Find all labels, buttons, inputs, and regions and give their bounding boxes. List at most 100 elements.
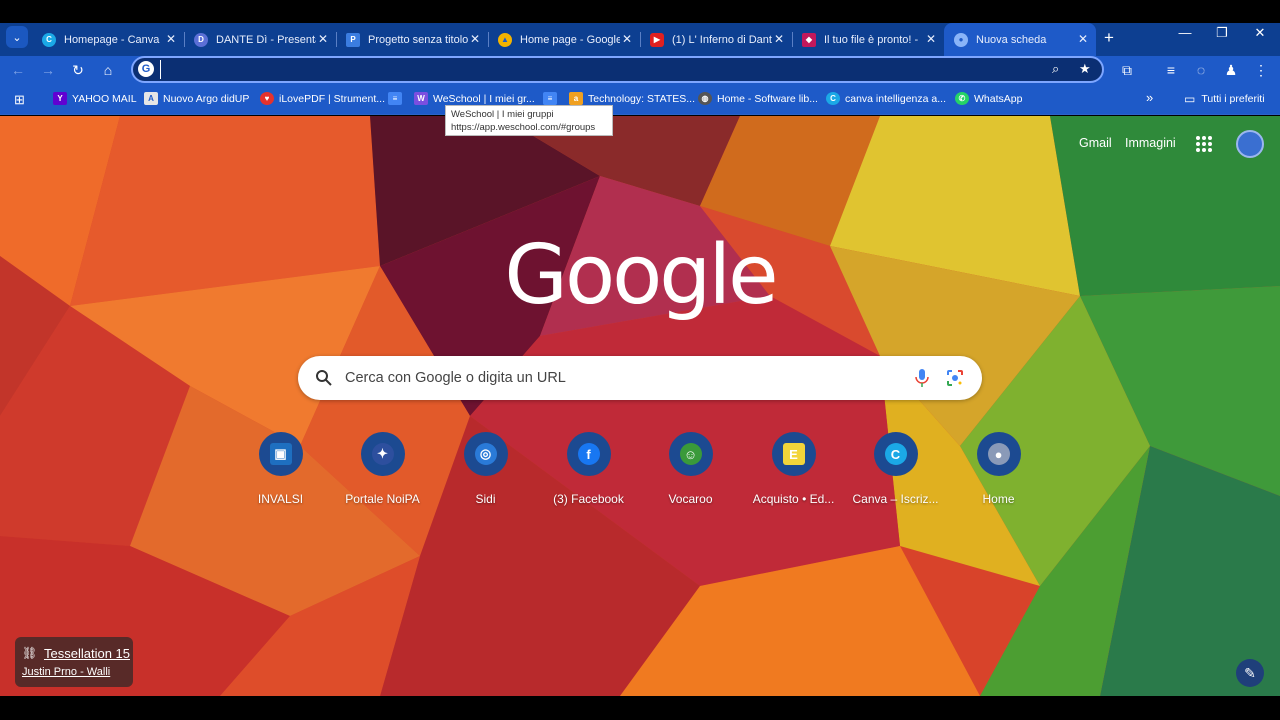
forward-button[interactable]: → xyxy=(37,59,59,81)
bookmark-label: canva intelligenza a... xyxy=(845,92,946,105)
bookmark-software[interactable]: ◍ Home - Software lib... xyxy=(698,92,818,105)
bookmark-doc-1[interactable]: ≡ xyxy=(388,92,407,105)
tab-4[interactable]: ▶ (1) L' Inferno di Dante ✕ xyxy=(640,23,792,56)
new-tab-button[interactable]: + xyxy=(1101,28,1117,48)
document-icon: ≡ xyxy=(543,92,557,105)
shortcut-icon-container: ▣ xyxy=(258,432,303,476)
shortcut-label: Acquisto • Ed... xyxy=(752,492,835,506)
home-button[interactable]: ⌂ xyxy=(97,59,119,81)
facebook-icon: f xyxy=(577,443,600,465)
tab-3[interactable]: ▲ Home page - Google ✕ xyxy=(488,23,640,56)
ebook-icon: E xyxy=(782,443,805,465)
bookmark-doc-2[interactable]: ≡ xyxy=(543,92,562,105)
restore-button[interactable]: ❐ xyxy=(1212,25,1232,41)
background-attribution[interactable]: ⛓ Tessellation 15 Justin Prno - Walli xyxy=(15,637,133,687)
bookmark-weschool[interactable]: W WeSchool | I miei gr... xyxy=(414,92,535,105)
tab-6-active[interactable]: ● Nuova scheda ✕ xyxy=(944,23,1096,56)
profile-button[interactable]: ♟ xyxy=(1220,59,1242,81)
tab-title: DANTE Dì - Presenta xyxy=(216,33,316,46)
back-button[interactable]: ← xyxy=(7,59,29,81)
kebab-menu-icon: ⋮ xyxy=(1254,62,1268,78)
google-icon: G xyxy=(138,61,154,77)
close-window-button[interactable]: ✕ xyxy=(1250,25,1270,41)
shortcut-noipa[interactable]: ✦ Portale NoiPA xyxy=(331,432,434,506)
loading-icon: ◌ xyxy=(1196,62,1206,78)
amazon-icon: a xyxy=(569,92,583,105)
close-icon[interactable]: ✕ xyxy=(166,32,176,46)
bookmark-canva-ai[interactable]: C canva intelligenza a... xyxy=(826,92,946,105)
apps-grid-button[interactable]: ⊞ xyxy=(14,92,25,108)
plus-icon: + xyxy=(1104,28,1114,47)
shortcut-home[interactable]: ● Home xyxy=(947,432,1050,506)
attribution-author[interactable]: Justin Prno - Walli xyxy=(22,666,110,678)
attribution-title[interactable]: Tessellation 15 xyxy=(44,646,130,661)
search-icon xyxy=(316,370,332,386)
tab-0[interactable]: C Homepage - Canva ✕ xyxy=(32,23,184,56)
bookmark-label: iLovePDF | Strument... xyxy=(279,92,386,105)
google-apps-icon[interactable] xyxy=(1196,136,1214,154)
bookmarks-bar: ⊞ Y YAHOO MAIL A Nuovo Argo didUP ♥ iLov… xyxy=(0,85,1280,115)
close-icon[interactable]: ✕ xyxy=(926,32,936,46)
tab-2[interactable]: P Progetto senza titolo ✕ xyxy=(336,23,488,56)
close-icon[interactable]: ✕ xyxy=(318,32,328,46)
tab-5[interactable]: ◆ Il tuo file è pronto! - ✕ xyxy=(792,23,944,56)
search-input[interactable] xyxy=(345,366,885,390)
close-icon[interactable]: ✕ xyxy=(774,32,784,46)
bookmark-label: Technology: STATES... xyxy=(588,92,695,105)
bookmark-technology[interactable]: a Technology: STATES... xyxy=(569,92,695,105)
zoom-icon[interactable]: ⌕ xyxy=(1052,61,1059,77)
star-icon[interactable]: ★ xyxy=(1079,61,1091,77)
sync-button[interactable]: ◌ xyxy=(1190,59,1212,81)
bookmark-whatsapp[interactable]: ✆ WhatsApp xyxy=(955,92,1022,105)
minimize-button[interactable]: — xyxy=(1175,25,1195,40)
microphone-icon[interactable] xyxy=(914,368,930,388)
reload-icon: ↻ xyxy=(72,62,84,78)
tab-search-button[interactable]: ⌄ xyxy=(6,26,28,48)
address-input[interactable] xyxy=(160,60,1030,79)
shortcut-label: (3) Facebook xyxy=(553,492,624,506)
shortcut-acquisto[interactable]: E Acquisto • Ed... xyxy=(742,432,845,506)
all-bookmarks-button[interactable]: ▭ Tutti i preferiti xyxy=(1184,92,1265,106)
shortcut-label: Vocaroo xyxy=(668,492,713,506)
close-icon[interactable]: ✕ xyxy=(1078,32,1088,46)
shortcut-invalsi[interactable]: ▣ INVALSI xyxy=(229,432,332,506)
media-button[interactable]: ≡ xyxy=(1160,59,1182,81)
folder-icon: ▭ xyxy=(1184,92,1196,106)
gmail-link[interactable]: Gmail xyxy=(1079,136,1112,150)
tab-title: Progetto senza titolo xyxy=(368,33,468,46)
bookmark-yahoo-mail[interactable]: Y YAHOO MAIL xyxy=(53,92,137,105)
google-lens-icon[interactable] xyxy=(946,369,964,387)
shortcut-label: Home xyxy=(982,492,1015,506)
shield-icon: D xyxy=(194,32,208,47)
tooltip-url: https://app.weschool.com/#groups xyxy=(451,122,596,133)
bookmarks-overflow-button[interactable]: » xyxy=(1146,90,1153,105)
extensions-button[interactable]: ⧉ xyxy=(1116,59,1138,81)
tab-title: Nuova scheda xyxy=(976,33,1047,46)
shortcut-label: Sidi xyxy=(475,492,496,506)
link-icon: ⛓ xyxy=(22,646,38,660)
reload-button[interactable]: ↻ xyxy=(67,59,89,81)
tab-title: Il tuo file è pronto! - xyxy=(824,33,919,46)
bookmark-argo[interactable]: A Nuovo Argo didUP xyxy=(144,92,249,105)
shortcut-vocaroo[interactable]: ☺ Vocaroo xyxy=(639,432,742,506)
shortcut-icon-container: ☺ xyxy=(668,432,713,476)
shortcut-sidi[interactable]: ◎ Sidi xyxy=(434,432,537,506)
customize-button[interactable]: ✎ xyxy=(1236,659,1264,687)
shortcut-canva[interactable]: C Canva – Iscriz... xyxy=(844,432,947,506)
tooltip-title: WeSchool | I miei gruppi xyxy=(451,109,554,120)
omnibox[interactable]: G ⌕ ★ xyxy=(131,56,1104,83)
menu-button[interactable]: ⋮ xyxy=(1250,59,1272,81)
images-link[interactable]: Immagini xyxy=(1125,136,1176,150)
shortcut-icon-container: C xyxy=(873,432,918,476)
shortcut-facebook[interactable]: f (3) Facebook xyxy=(537,432,640,506)
bookmark-label: WhatsApp xyxy=(974,92,1023,105)
close-icon[interactable]: ✕ xyxy=(622,32,632,46)
bookmark-ilovepdf[interactable]: ♥ iLovePDF | Strument... xyxy=(260,92,385,105)
shortcut-label: Canva – Iscriz... xyxy=(852,492,939,506)
close-icon[interactable]: ✕ xyxy=(470,32,480,46)
search-box[interactable] xyxy=(298,356,982,400)
avatar[interactable] xyxy=(1236,130,1264,158)
arrow-right-icon: → xyxy=(41,62,55,78)
tab-1[interactable]: D DANTE Dì - Presenta ✕ xyxy=(184,23,336,56)
image-icon: P xyxy=(346,32,360,47)
